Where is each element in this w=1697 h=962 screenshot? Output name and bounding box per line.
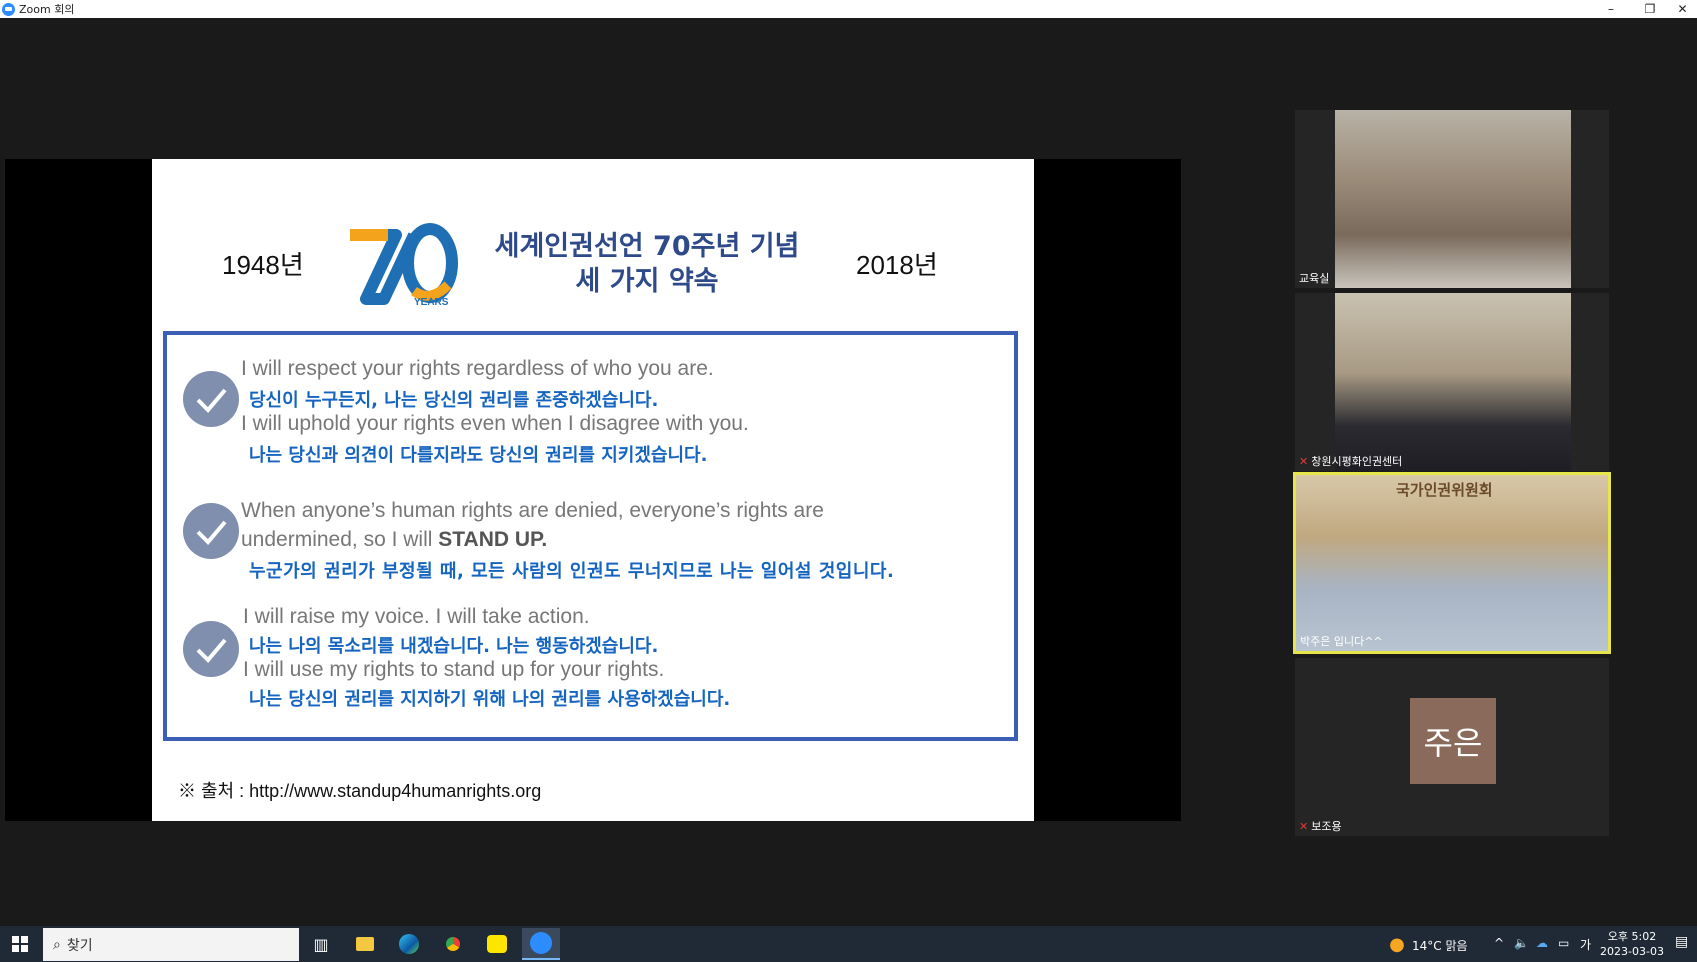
mic-muted-icon: ✕ bbox=[1299, 819, 1309, 833]
checkmark-icon bbox=[183, 503, 239, 559]
participant-name-label: 교육실 bbox=[1299, 272, 1330, 285]
weather-text[interactable]: 14°C 맑음 bbox=[1412, 937, 1468, 954]
windows-start-icon[interactable] bbox=[5, 930, 35, 958]
year-1948: 1948년 bbox=[222, 250, 304, 280]
slide-title-line2: 세 가지 약속 bbox=[575, 266, 719, 297]
promise-2-ko-1: 누군가의 권리가 부정될 때, 모든 사람의 인권도 무너지므로 나는 일어설 … bbox=[249, 561, 895, 582]
promise-3-ko-2: 나는 당신의 권리를 지지하기 위해 나의 권리를 사용하겠습니다. bbox=[249, 689, 731, 710]
year-2018: 2018년 bbox=[856, 250, 938, 280]
slide-source: ※ 출처 : http://www.standup4humanrights.or… bbox=[178, 781, 542, 801]
participant-video bbox=[1335, 293, 1571, 471]
70-years-logo: YEARS bbox=[350, 223, 458, 307]
taskbar-search-input[interactable]: ⌕ 찾기 bbox=[43, 928, 299, 961]
participant-name-label: ✕ 보조용 bbox=[1299, 819, 1342, 834]
network-icon[interactable]: ▭ bbox=[1558, 936, 1569, 950]
shared-slide: 1948년 YEARS 세계인권선언 70주년 기념 세 가지 약속 2018년… bbox=[152, 159, 1034, 821]
window-title: Zoom 회의 bbox=[19, 3, 75, 16]
promise-1-ko-1: 당신이 누구든지, 나는 당신의 권리를 존중하겠습니다. bbox=[249, 390, 659, 411]
ime-indicator[interactable]: 가 bbox=[1580, 936, 1591, 953]
task-view-icon[interactable]: ▥ bbox=[306, 930, 336, 958]
participant-name-label: ✕ 창원시평화인권센터 bbox=[1299, 454, 1403, 469]
chrome-browser-icon[interactable] bbox=[438, 930, 468, 958]
participant-video: 국가인권위원회 bbox=[1296, 475, 1608, 651]
video-sign-text: 국가인권위원회 bbox=[1396, 481, 1493, 499]
weather-sun-icon: ● bbox=[1389, 933, 1405, 955]
file-explorer-icon[interactable] bbox=[350, 930, 380, 958]
checkmark-icon bbox=[183, 371, 239, 427]
zoom-app-icon bbox=[2, 2, 15, 16]
logo-years-text: YEARS bbox=[414, 297, 449, 307]
search-icon: ⌕ bbox=[53, 936, 61, 953]
onedrive-icon[interactable]: ☁ bbox=[1536, 936, 1548, 950]
windows-taskbar: ⌕ 찾기 ▥ ● 14°C 맑음 ^ 🔈 ☁ ▭ 가 오후 5:02 2023-… bbox=[0, 926, 1697, 962]
promise-3-en-2: I will use my rights to stand up for you… bbox=[243, 658, 665, 681]
slide-title-line1: 세계인권선언 70주년 기념 bbox=[494, 231, 800, 262]
clock-time: 오후 5:02 bbox=[1607, 930, 1657, 943]
minimize-button[interactable]: – bbox=[1591, 0, 1631, 18]
taskbar-clock[interactable]: 오후 5:02 2023-03-03 bbox=[1600, 929, 1664, 959]
participant-avatar: 주은 bbox=[1410, 698, 1496, 784]
participant-tile-active-speaker[interactable]: 국가인권위원회 박주은 입니다^^ bbox=[1293, 472, 1611, 654]
promise-3-en-1: I will raise my voice. I will take actio… bbox=[243, 605, 590, 628]
participant-video bbox=[1335, 110, 1571, 288]
promise-2-en-1: When anyone’s human rights are denied, e… bbox=[241, 499, 824, 522]
participant-tile[interactable]: 교육실 bbox=[1295, 110, 1609, 288]
clock-date: 2023-03-03 bbox=[1600, 945, 1664, 958]
edge-browser-icon[interactable] bbox=[394, 930, 424, 958]
stand-up-text: STAND UP. bbox=[438, 528, 548, 551]
slide-title: 세계인권선언 70주년 기념 세 가지 약속 bbox=[482, 229, 812, 299]
speaker-icon[interactable]: 🔈 bbox=[1514, 936, 1529, 950]
zoom-taskbar-icon[interactable] bbox=[522, 928, 560, 960]
checkmark-icon bbox=[183, 621, 239, 677]
show-hidden-icons-icon[interactable]: ^ bbox=[1494, 936, 1504, 950]
participant-tile[interactable]: 주은 ✕ 보조용 bbox=[1295, 658, 1609, 836]
maximize-button[interactable]: ❐ bbox=[1630, 0, 1670, 18]
promise-1-en-2: I will uphold your rights even when I di… bbox=[241, 412, 749, 435]
promise-1-ko-2: 나는 당신과 의견이 다를지라도 당신의 권리를 지키겠습니다. bbox=[249, 445, 708, 466]
promise-3-ko-1: 나는 나의 목소리를 내겠습니다. 나는 행동하겠습니다. bbox=[249, 636, 659, 657]
window-titlebar: Zoom 회의 – ❐ ✕ bbox=[0, 0, 1697, 18]
notification-icon[interactable]: ▤ bbox=[1675, 934, 1688, 950]
promises-box: I will respect your rights regardless of… bbox=[163, 331, 1018, 741]
close-button[interactable]: ✕ bbox=[1668, 0, 1697, 18]
participant-tile[interactable]: ✕ 창원시평화인권센터 bbox=[1295, 293, 1609, 471]
promise-2-en-2: undermined, so I will STAND UP. bbox=[241, 528, 548, 551]
mic-muted-icon: ✕ bbox=[1299, 454, 1309, 468]
kakaotalk-icon[interactable] bbox=[482, 930, 512, 958]
promise-1-en-1: I will respect your rights regardless of… bbox=[241, 357, 714, 380]
participant-name-label: 박주은 입니다^^ bbox=[1300, 635, 1383, 648]
meeting-area: 1948년 YEARS 세계인권선언 70주년 기념 세 가지 약속 2018년… bbox=[0, 18, 1697, 926]
